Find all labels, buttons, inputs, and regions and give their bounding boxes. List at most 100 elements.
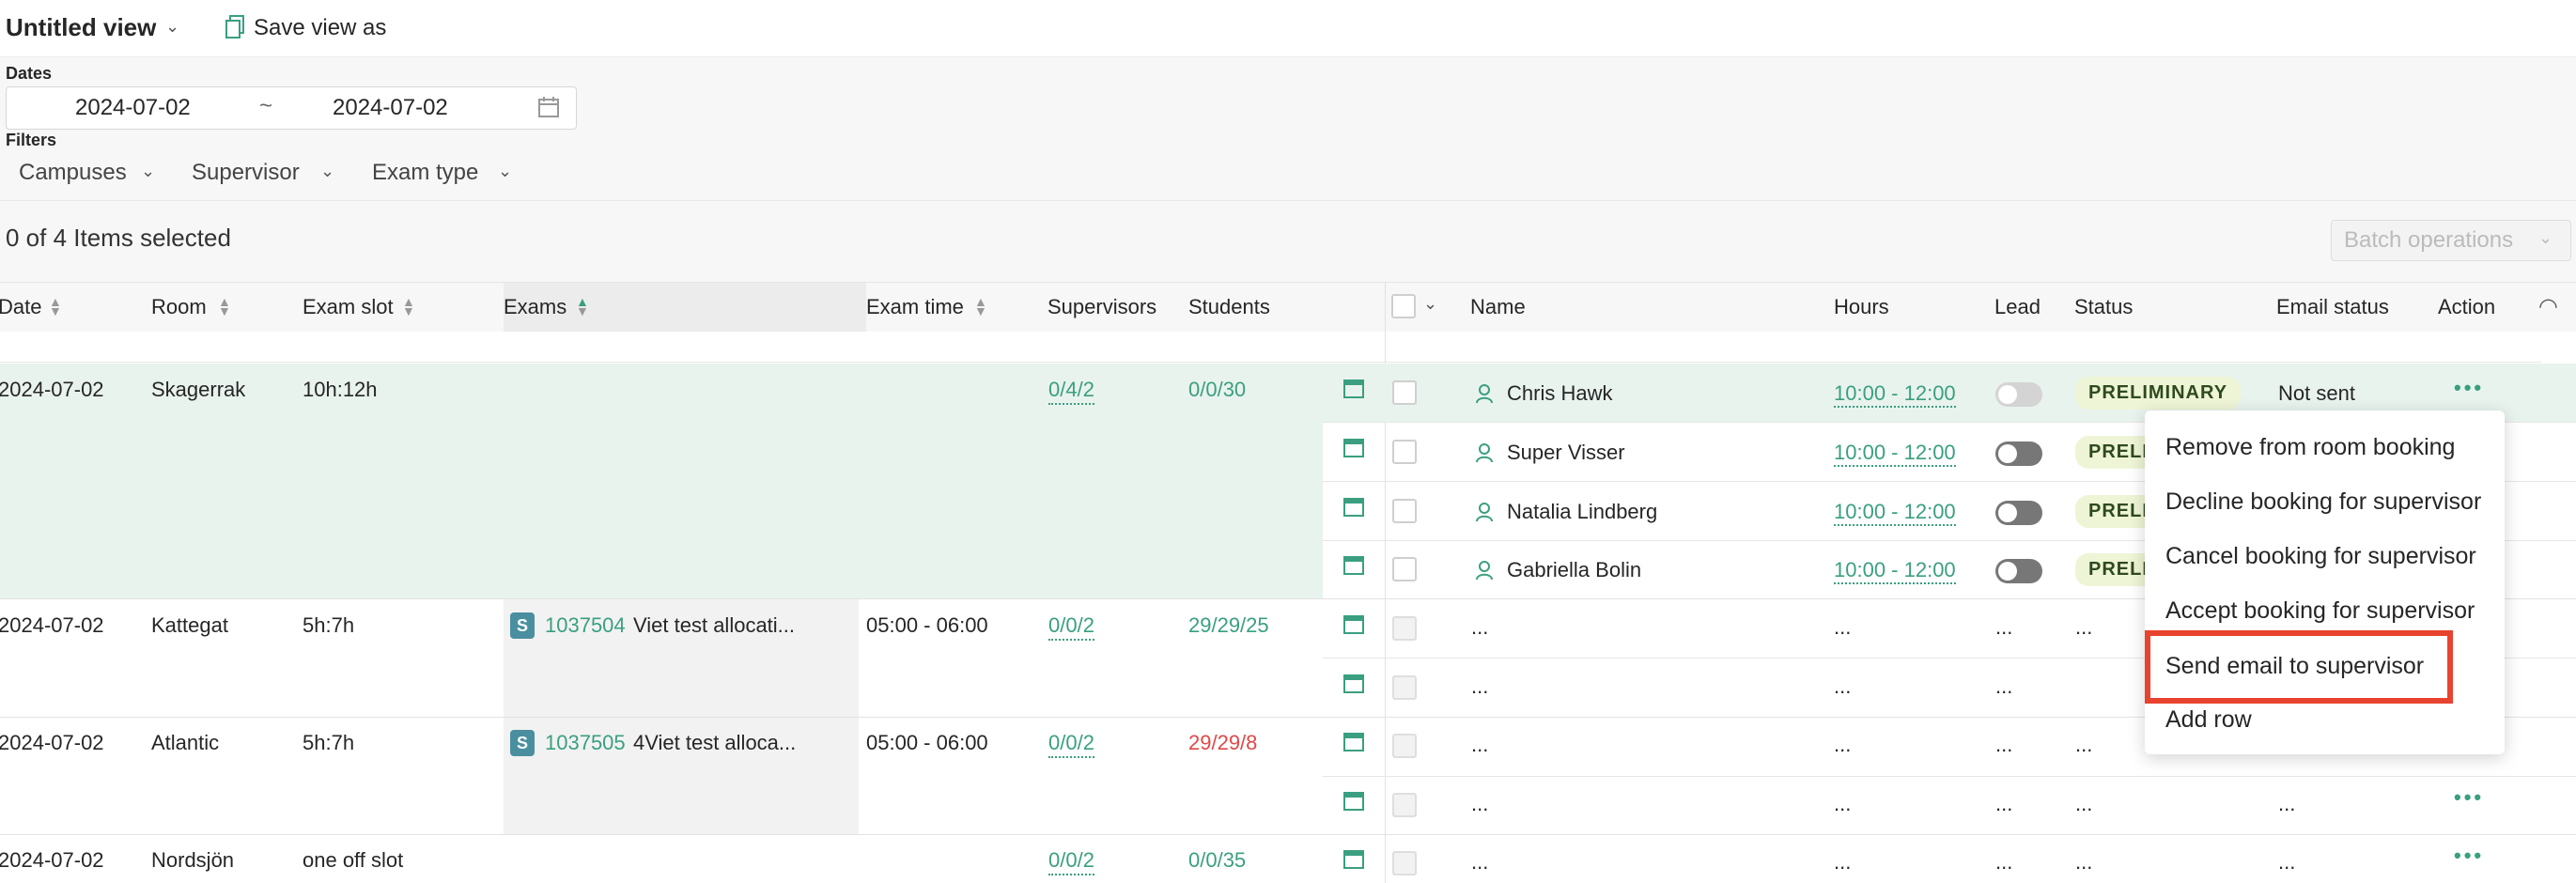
menu-item-accept-booking[interactable]: Accept booking for supervisor xyxy=(2165,597,2475,625)
sort-icon[interactable]: ▲ ▼ xyxy=(402,295,415,318)
cell-students[interactable]: 0/0/35 xyxy=(1188,848,1246,873)
calendar-icon[interactable] xyxy=(1343,378,1364,398)
sort-ascending-icon[interactable]: ▲ ▼ xyxy=(576,295,589,318)
lead-toggle[interactable] xyxy=(1995,501,2042,525)
row-checkbox[interactable] xyxy=(1392,557,1417,581)
placeholder-status: ... xyxy=(2075,615,2093,639)
cell-students[interactable]: 0/0/30 xyxy=(1188,378,1246,402)
row-checkbox[interactable] xyxy=(1392,734,1417,758)
row-checkbox[interactable] xyxy=(1392,851,1417,875)
cell-supervisors[interactable]: 0/0/2 xyxy=(1048,848,1094,875)
cell-slot: 10h:12h xyxy=(303,378,378,401)
email-status: Not sent xyxy=(2278,381,2355,405)
select-all-checkbox[interactable] xyxy=(1391,294,1416,318)
chevron-down-icon[interactable]: ⌄ xyxy=(165,17,179,37)
status-badge: PRELIMINARY xyxy=(2075,377,2242,410)
user-icon xyxy=(1475,442,1496,463)
calendar-icon[interactable] xyxy=(1343,673,1364,693)
menu-item-send-email-to-supervisor[interactable]: Send email to supervisor xyxy=(2165,653,2424,680)
sort-icon[interactable]: ▲ ▼ xyxy=(974,295,987,318)
col-date[interactable]: Date xyxy=(0,295,41,319)
menu-item-cancel-booking[interactable]: Cancel booking for supervisor xyxy=(2165,543,2476,570)
cell-supervisors[interactable]: 0/0/2 xyxy=(1048,731,1094,758)
cell-supervisors[interactable]: 0/0/2 xyxy=(1048,613,1094,641)
col-students: Students xyxy=(1188,295,1270,318)
col-status: Status xyxy=(2074,295,2134,318)
placeholder-status: ... xyxy=(2075,792,2093,815)
lead-toggle[interactable] xyxy=(1995,559,2042,583)
lead-toggle[interactable] xyxy=(1995,382,2042,407)
save-view-button[interactable]: Save view as xyxy=(254,15,386,41)
calendar-icon[interactable] xyxy=(1343,790,1364,811)
user-icon xyxy=(1475,502,1496,522)
sort-icon[interactable]: ▲ ▼ xyxy=(218,295,231,318)
placeholder-name: ... xyxy=(1471,850,1489,874)
placeholder-hours: ... xyxy=(1834,850,1852,874)
calendar-icon[interactable] xyxy=(537,96,560,118)
exam-code-link[interactable]: 1037504 xyxy=(545,613,626,638)
sort-icon[interactable]: ▲ ▼ xyxy=(49,295,62,318)
supervisor-hours[interactable]: 10:00 - 12:00 xyxy=(1834,558,1956,584)
supervisor-hours[interactable]: 10:00 - 12:00 xyxy=(1834,441,1956,467)
more-columns-icon[interactable]: ◠ xyxy=(2538,293,2558,320)
calendar-icon[interactable] xyxy=(1343,731,1364,751)
date-from-input[interactable]: 2024-07-02 xyxy=(75,95,191,121)
cell-date: 2024-07-02 xyxy=(0,731,104,754)
date-to-input[interactable]: 2024-07-02 xyxy=(333,95,448,121)
supervisor-hours[interactable]: 10:00 - 12:00 xyxy=(1834,381,1956,408)
row-checkbox[interactable] xyxy=(1392,793,1417,817)
calendar-icon[interactable] xyxy=(1343,613,1364,634)
calendar-icon[interactable] xyxy=(1343,554,1364,575)
supervisor-hours[interactable]: 10:00 - 12:00 xyxy=(1834,500,1956,526)
exam-type-filter[interactable]: Exam type xyxy=(372,160,478,186)
chevron-down-icon: ⌄ xyxy=(2538,228,2553,247)
calendar-icon[interactable] xyxy=(1343,848,1364,869)
row-checkbox[interactable] xyxy=(1392,499,1417,523)
row-checkbox[interactable] xyxy=(1392,440,1417,464)
campuses-filter[interactable]: Campuses xyxy=(19,160,127,186)
chevron-down-icon[interactable]: ⌄ xyxy=(498,162,512,181)
chevron-down-icon[interactable]: ⌄ xyxy=(141,162,155,181)
col-exam-slot[interactable]: Exam slot xyxy=(303,295,394,319)
row-checkbox[interactable] xyxy=(1392,380,1417,405)
supervisor-name: Chris Hawk xyxy=(1507,381,1613,405)
selection-bar xyxy=(0,201,2576,283)
chevron-down-icon[interactable]: ⌄ xyxy=(320,162,334,181)
menu-item-decline-booking[interactable]: Decline booking for supervisor xyxy=(2165,488,2481,516)
cell-slot: 5h:7h xyxy=(303,613,355,637)
exam-time: 05:00 - 06:00 xyxy=(866,731,988,754)
view-title[interactable]: Untitled view xyxy=(6,13,156,42)
lead-toggle[interactable] xyxy=(1995,442,2042,466)
cell-date: 2024-07-02 xyxy=(0,848,104,872)
copy-icon[interactable] xyxy=(225,15,244,39)
row-checkbox[interactable] xyxy=(1392,675,1417,700)
exam-title: Viet test allocati... xyxy=(633,613,796,637)
exam-code-link[interactable]: 1037505 xyxy=(545,731,626,755)
placeholder-status: ... xyxy=(2075,850,2093,874)
more-actions-icon[interactable]: ••• xyxy=(2454,844,2484,868)
placeholder-name: ... xyxy=(1471,615,1489,639)
menu-item-add-row[interactable]: Add row xyxy=(2165,706,2252,734)
filters-label: Filters xyxy=(6,131,57,149)
col-room[interactable]: Room xyxy=(151,295,207,319)
cell-students[interactable]: 29/29/25 xyxy=(1188,613,1269,638)
cell-supervisors[interactable]: 0/4/2 xyxy=(1048,378,1094,405)
more-actions-icon[interactable]: ••• xyxy=(2454,785,2484,810)
calendar-icon[interactable] xyxy=(1343,496,1364,517)
supervisor-filter[interactable]: Supervisor xyxy=(192,160,300,186)
cell-students[interactable]: 29/29/8 xyxy=(1188,731,1257,755)
menu-item-remove-from-room-booking[interactable]: Remove from room booking xyxy=(2165,434,2455,461)
row-checkbox[interactable] xyxy=(1392,616,1417,641)
cell-date: 2024-07-02 xyxy=(0,378,104,401)
more-actions-icon[interactable]: ••• xyxy=(2454,376,2484,400)
col-supervisors: Supervisors xyxy=(1047,295,1157,318)
col-exam-time[interactable]: Exam time xyxy=(866,295,964,319)
col-exams[interactable]: Exams xyxy=(504,295,566,319)
placeholder-name: ... xyxy=(1471,674,1489,698)
calendar-icon[interactable] xyxy=(1343,437,1364,457)
chevron-down-icon[interactable]: ⌄ xyxy=(1423,294,1437,314)
col-email-status: Email status xyxy=(2276,295,2389,318)
date-separator: ~ xyxy=(259,93,273,118)
exam-type-badge: S xyxy=(510,612,535,639)
exam-time: 05:00 - 06:00 xyxy=(866,613,988,637)
